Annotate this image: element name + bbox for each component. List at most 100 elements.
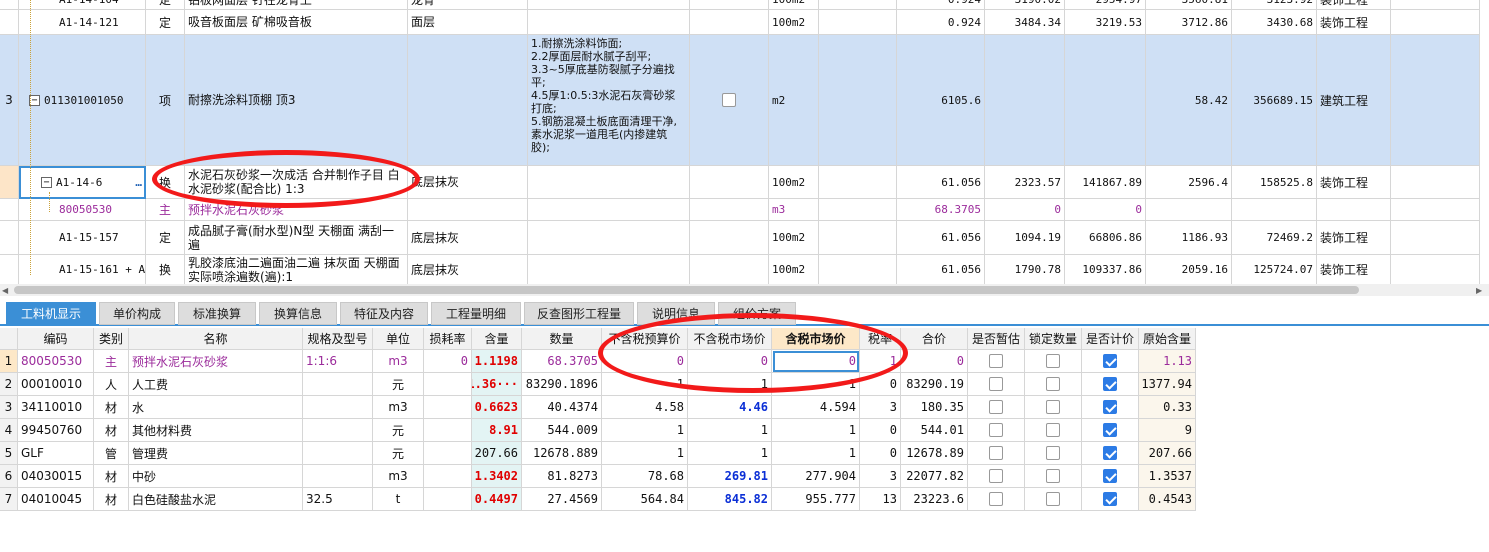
lock-checkbox[interactable]: [1046, 400, 1060, 414]
collapse-icon[interactable]: −: [41, 176, 52, 188]
header-code[interactable]: 编码: [18, 328, 94, 350]
cell-spec[interactable]: 32.5: [303, 488, 373, 511]
header-spec[interactable]: 规格及型号: [303, 328, 373, 350]
cell-budget[interactable]: 1: [602, 442, 688, 465]
cell-priced[interactable]: [1082, 465, 1139, 488]
cell-name[interactable]: 预拌水泥石灰砂浆: [129, 350, 303, 373]
lock-checkbox[interactable]: [1046, 377, 1060, 391]
cell-market[interactable]: 1: [688, 442, 772, 465]
cell-lock[interactable]: [1025, 419, 1082, 442]
lock-checkbox[interactable]: [1046, 469, 1060, 483]
cell-taxmarket[interactable]: 1: [772, 442, 860, 465]
cell-priced[interactable]: [1082, 488, 1139, 511]
priced-checkbox[interactable]: [1103, 423, 1117, 437]
priced-checkbox[interactable]: [1103, 446, 1117, 460]
cell-orig[interactable]: 1.13: [1139, 350, 1196, 373]
cell-name[interactable]: 白色硅酸盐水泥: [129, 488, 303, 511]
cell-taxmarket[interactable]: 4.594: [772, 396, 860, 419]
cell-est[interactable]: [968, 419, 1025, 442]
cell-total[interactable]: 180.35: [901, 396, 968, 419]
cell-lock[interactable]: [1025, 396, 1082, 419]
cell-priced[interactable]: [1082, 419, 1139, 442]
cell-loss[interactable]: [424, 465, 472, 488]
cell-name[interactable]: 水: [129, 396, 303, 419]
cell-total[interactable]: 83290.19: [901, 373, 968, 396]
tab-4[interactable]: 换算信息: [259, 302, 337, 325]
cell-budget[interactable]: 1: [602, 419, 688, 442]
cell-est[interactable]: [968, 465, 1025, 488]
cell-unit[interactable]: m3: [373, 350, 424, 373]
cell-total[interactable]: 12678.89: [901, 442, 968, 465]
header-loss[interactable]: 损耗率: [424, 328, 472, 350]
header-total[interactable]: 合价: [901, 328, 968, 350]
tab-1[interactable]: 工料机显示: [6, 302, 96, 325]
cell-taxmarket[interactable]: 277.904: [772, 465, 860, 488]
cell-orig[interactable]: 0.33: [1139, 396, 1196, 419]
lock-checkbox[interactable]: [1046, 354, 1060, 368]
header-est[interactable]: 是否暂估: [968, 328, 1025, 350]
lock-checkbox[interactable]: [1046, 492, 1060, 506]
cell-budget[interactable]: 78.68: [602, 465, 688, 488]
cell-est[interactable]: [968, 488, 1025, 511]
cell-orig[interactable]: 1377.94: [1139, 373, 1196, 396]
cell-unit[interactable]: m3: [373, 396, 424, 419]
cell-name[interactable]: 中砂: [129, 465, 303, 488]
priced-checkbox[interactable]: [1103, 400, 1117, 414]
upper-cell-chk[interactable]: [690, 35, 769, 166]
more-button[interactable]: …: [135, 176, 142, 189]
cell-code[interactable]: GLF: [18, 442, 94, 465]
header-unit[interactable]: 单位: [373, 328, 424, 350]
cell-est[interactable]: [968, 442, 1025, 465]
cell-qty[interactable]: 40.4374: [522, 396, 602, 419]
cell-code[interactable]: 00010010: [18, 373, 94, 396]
cell-budget[interactable]: 564.84: [602, 488, 688, 511]
cell-spec[interactable]: [303, 373, 373, 396]
priced-checkbox[interactable]: [1103, 377, 1117, 391]
cell-taxmarket[interactable]: 1: [772, 419, 860, 442]
header-qty[interactable]: 数量: [522, 328, 602, 350]
header-orig[interactable]: 原始含量: [1139, 328, 1196, 350]
cell-orig[interactable]: 207.66: [1139, 442, 1196, 465]
header-content[interactable]: 含量: [472, 328, 522, 350]
cell-code[interactable]: 99450760: [18, 419, 94, 442]
cell-content[interactable]: 1.36···: [472, 373, 522, 396]
cell-content[interactable]: 1.3402: [472, 465, 522, 488]
tab-7[interactable]: 反查图形工程量: [524, 302, 634, 325]
cell-market[interactable]: 845.82: [688, 488, 772, 511]
upper-cell-chk[interactable]: [690, 10, 769, 35]
cell-code[interactable]: 04030015: [18, 465, 94, 488]
cell-spec[interactable]: [303, 396, 373, 419]
cell-orig[interactable]: 1.3537: [1139, 465, 1196, 488]
est-checkbox[interactable]: [989, 400, 1003, 414]
cell-unit[interactable]: t: [373, 488, 424, 511]
header-lock[interactable]: 锁定数量: [1025, 328, 1082, 350]
cell-loss[interactable]: [424, 442, 472, 465]
lock-checkbox[interactable]: [1046, 446, 1060, 460]
cell-lock[interactable]: [1025, 373, 1082, 396]
cell-content[interactable]: 1.1198: [472, 350, 522, 373]
cell-est[interactable]: [968, 373, 1025, 396]
cell-priced[interactable]: [1082, 396, 1139, 419]
cell-rate[interactable]: 13: [860, 488, 901, 511]
cell-name[interactable]: 人工费: [129, 373, 303, 396]
horizontal-scrollbar[interactable]: ◀ ▶: [0, 284, 1489, 296]
header-type[interactable]: 类别: [94, 328, 129, 350]
cell-total[interactable]: 23223.6: [901, 488, 968, 511]
cell-spec[interactable]: [303, 442, 373, 465]
cell-lock[interactable]: [1025, 350, 1082, 373]
cell-rate[interactable]: 3: [860, 396, 901, 419]
cell-unit[interactable]: 元: [373, 442, 424, 465]
upper-cell-chk[interactable]: [690, 199, 769, 221]
priced-checkbox[interactable]: [1103, 354, 1117, 368]
cell-orig[interactable]: 9: [1139, 419, 1196, 442]
cell-market[interactable]: 4.46: [688, 396, 772, 419]
upper-cell-chk[interactable]: [690, 0, 769, 10]
cell-taxmarket[interactable]: 955.777: [772, 488, 860, 511]
feature-checkbox[interactable]: [722, 93, 736, 107]
cell-qty[interactable]: 27.4569: [522, 488, 602, 511]
cell-qty[interactable]: 83290.1896: [522, 373, 602, 396]
cell-content[interactable]: 8.91: [472, 419, 522, 442]
cell-priced[interactable]: [1082, 373, 1139, 396]
scrollbar-thumb[interactable]: [14, 286, 1359, 294]
cell-content[interactable]: 0.6623: [472, 396, 522, 419]
